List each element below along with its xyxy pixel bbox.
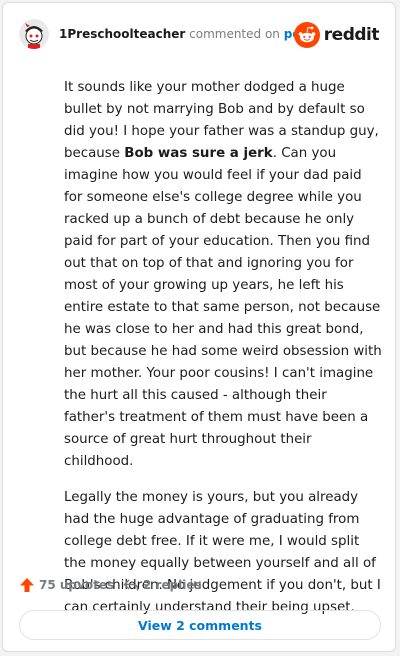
reply-icon <box>123 579 139 591</box>
avatar[interactable] <box>19 19 49 49</box>
avatar-icon <box>19 19 49 49</box>
username-link[interactable]: 1Preschoolteacher <box>59 27 185 41</box>
p1-text-end: . Can you imagine how you would feel if … <box>64 146 382 469</box>
action-text: commented on <box>189 27 280 41</box>
replies-button[interactable]: 2 replies <box>123 573 202 597</box>
comment-body: It sounds like your mother dodged a huge… <box>64 77 382 633</box>
reddit-logo[interactable]: reddit <box>293 22 380 48</box>
view-comments-button[interactable]: View 2 comments <box>19 610 381 640</box>
comment-header: 1Preschoolteacher commented on post redd… <box>19 17 380 53</box>
upvote-arrow-icon <box>20 578 34 592</box>
comment-paragraph-1: It sounds like your mother dodged a huge… <box>64 77 382 473</box>
reddit-wordmark: reddit <box>323 25 380 45</box>
comment-footer: 75 upvotes 2 replies <box>19 573 379 597</box>
comment-paragraph-2: Legally the money is yours, but you alre… <box>64 490 381 615</box>
p1-bold-text: Bob was sure a jerk <box>124 146 273 161</box>
comment-card: 1Preschoolteacher commented on post redd… <box>2 2 396 652</box>
comment-meta: 1Preschoolteacher commented on post <box>59 27 313 41</box>
reddit-logo-icon <box>293 22 320 48</box>
upvote-count: 75 upvotes <box>39 578 115 592</box>
reply-count: 2 replies <box>143 578 202 592</box>
upvote-button[interactable]: 75 upvotes <box>19 573 114 597</box>
